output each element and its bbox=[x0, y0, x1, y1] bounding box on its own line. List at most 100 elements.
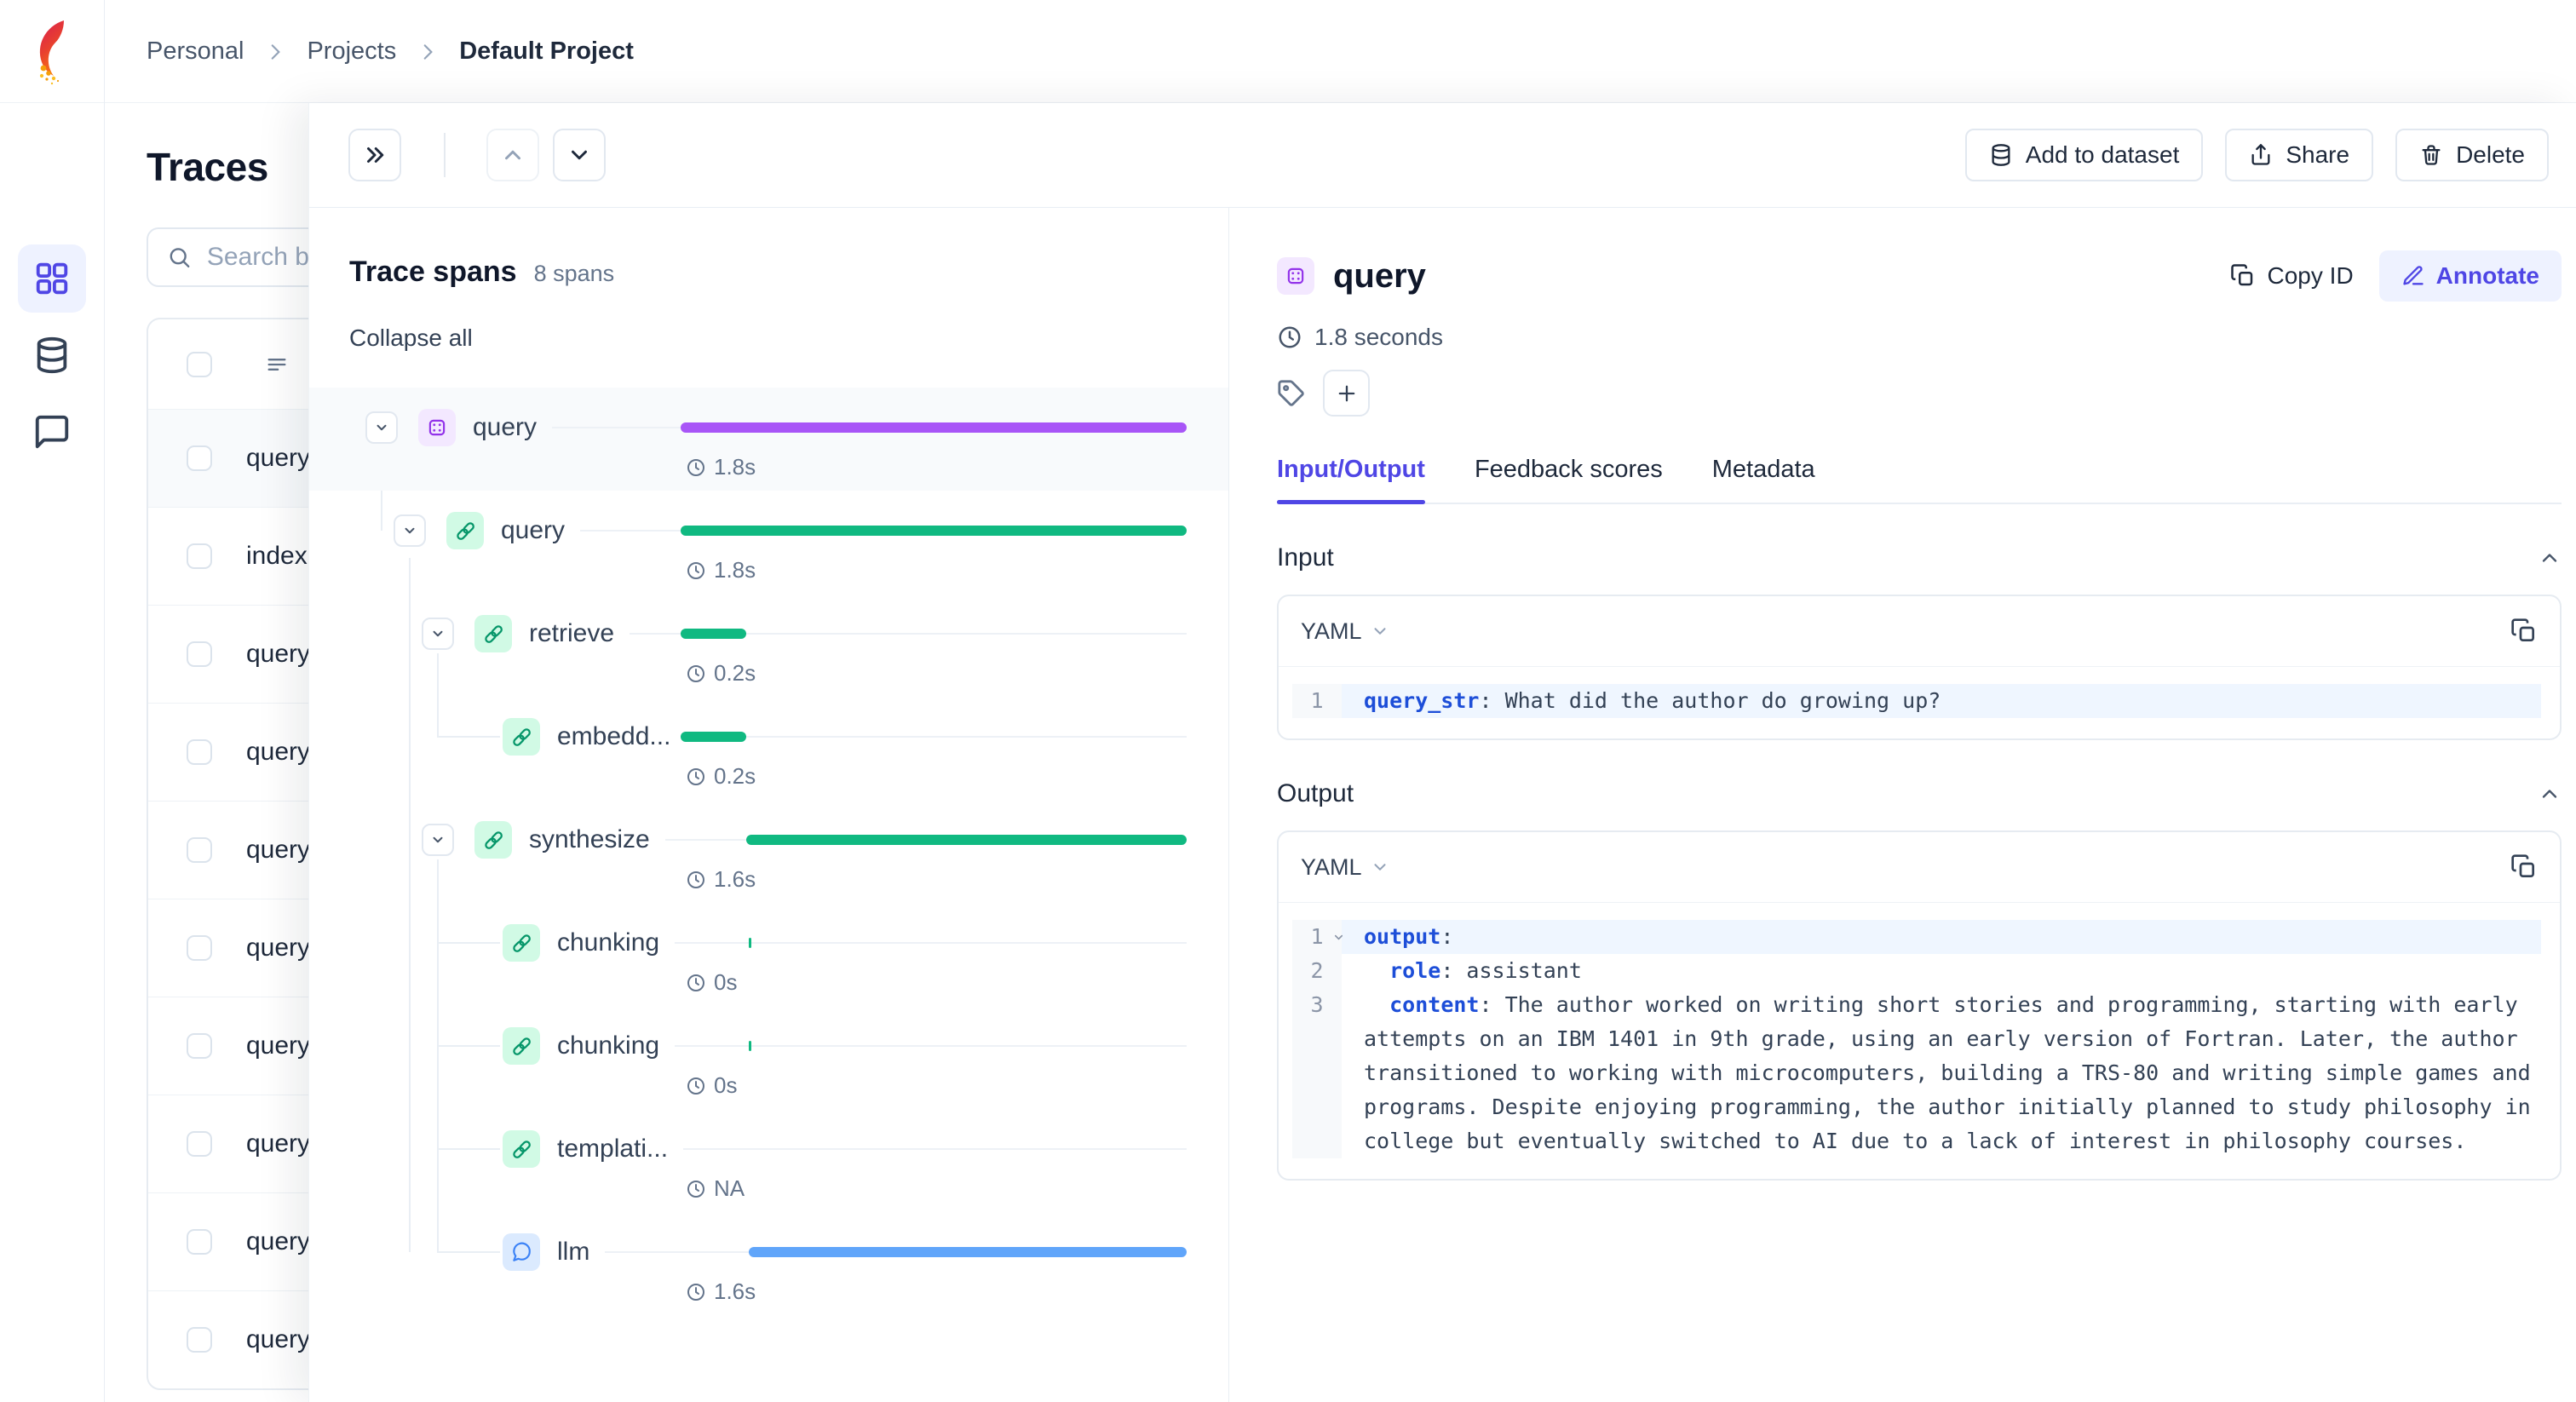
delete-button[interactable]: Delete bbox=[2395, 129, 2549, 181]
span-row[interactable]: synthesize 1.6s bbox=[309, 800, 1228, 903]
copy-output-button[interactable] bbox=[2510, 853, 2538, 881]
trace-icon bbox=[1277, 257, 1314, 295]
copy-id-label: Copy ID bbox=[2267, 262, 2354, 289]
format-select[interactable]: YAML bbox=[1301, 854, 1389, 881]
tab-feedback-scores[interactable]: Feedback scores bbox=[1475, 456, 1663, 503]
output-card: YAML 1 output: 2 role: assistant 3 conte… bbox=[1277, 830, 2562, 1181]
span-duration: NA bbox=[686, 1175, 745, 1202]
trace-name-cell: query bbox=[246, 738, 311, 766]
collapse-all-button[interactable]: Collapse all bbox=[349, 325, 473, 352]
copy-id-button[interactable]: Copy ID bbox=[2230, 262, 2354, 290]
chevron-down-icon bbox=[572, 150, 587, 160]
format-select[interactable]: YAML bbox=[1301, 618, 1389, 645]
sidebar-item-datasets[interactable] bbox=[18, 321, 86, 389]
collapse-section-icon[interactable] bbox=[2538, 546, 2562, 570]
comet-flame-icon bbox=[39, 20, 64, 84]
plus-icon bbox=[1338, 385, 1354, 401]
tab-input-output[interactable]: Input/Output bbox=[1277, 456, 1425, 504]
breadcrumb-projects[interactable]: Projects bbox=[307, 37, 396, 66]
chevron-right-icon bbox=[423, 43, 434, 60]
span-duration: 1.8s bbox=[686, 557, 756, 583]
clock-icon bbox=[687, 1077, 704, 1095]
code-line: query_str: What did the author do growin… bbox=[1342, 684, 2541, 718]
pen-icon bbox=[2403, 266, 2424, 285]
span-duration: 1.6s bbox=[686, 1278, 756, 1305]
span-label: chunking bbox=[557, 1031, 660, 1060]
row-checkbox[interactable] bbox=[187, 1131, 212, 1157]
span-row[interactable]: chunking 0s bbox=[309, 1006, 1228, 1109]
chat-icon bbox=[503, 1233, 540, 1271]
previous-trace-button[interactable] bbox=[486, 129, 539, 181]
trace-icon bbox=[418, 409, 456, 446]
top-bar: Personal Projects Default Project bbox=[0, 0, 2576, 103]
copy-input-button[interactable] bbox=[2510, 618, 2538, 645]
toolbar-divider bbox=[444, 133, 446, 177]
span-duration-bar bbox=[681, 526, 1187, 536]
span-collapse-button[interactable] bbox=[422, 618, 454, 650]
span-label: llm bbox=[557, 1238, 590, 1266]
span-row[interactable]: llm 1.6s bbox=[309, 1212, 1228, 1315]
span-detail-panel: query Copy ID Annotate 1.8 seconds Input… bbox=[1229, 208, 2576, 1402]
trace-name-cell: index bbox=[246, 542, 308, 570]
span-label: synthesize bbox=[529, 825, 650, 853]
trash-icon bbox=[2422, 145, 2441, 165]
output-section-label: Output bbox=[1277, 779, 1354, 807]
span-row[interactable]: retrieve 0.2s bbox=[309, 594, 1228, 697]
detail-tabs: Input/Output Feedback scores Metadata bbox=[1277, 456, 2562, 504]
trace-name-cell: query bbox=[246, 934, 311, 962]
span-row[interactable]: embedd... 0.2s bbox=[309, 697, 1228, 800]
add-to-dataset-button[interactable]: Add to dataset bbox=[1964, 129, 2204, 181]
tab-metadata[interactable]: Metadata bbox=[1712, 456, 1815, 503]
row-checkbox[interactable] bbox=[187, 935, 212, 961]
tag-icon bbox=[1278, 379, 1304, 406]
comet-logo[interactable] bbox=[0, 0, 105, 103]
fold-chevron-icon[interactable] bbox=[1332, 931, 1345, 944]
collapse-section-icon[interactable] bbox=[2538, 782, 2562, 806]
span-row[interactable]: query 1.8s bbox=[309, 491, 1228, 594]
row-checkbox[interactable] bbox=[187, 1229, 212, 1255]
span-row[interactable]: query 1.8s bbox=[309, 388, 1228, 491]
span-row[interactable]: templati... NA bbox=[309, 1109, 1228, 1212]
row-checkbox[interactable] bbox=[187, 837, 212, 863]
input-section-label: Input bbox=[1277, 543, 1334, 572]
row-checkbox[interactable] bbox=[187, 543, 212, 569]
collapse-panel-button[interactable] bbox=[348, 129, 401, 181]
sidebar-item-projects[interactable] bbox=[18, 244, 86, 313]
copy-icon bbox=[2230, 264, 2252, 286]
clock-icon bbox=[687, 664, 704, 682]
span-duration-bar bbox=[681, 732, 747, 742]
span-duration: 1.8s bbox=[686, 454, 756, 480]
row-checkbox[interactable] bbox=[187, 1033, 212, 1059]
span-collapse-button[interactable] bbox=[365, 411, 398, 444]
spans-panel-title: Trace spans bbox=[349, 256, 517, 288]
code-line: output: bbox=[1342, 920, 2541, 954]
span-collapse-button[interactable] bbox=[394, 514, 426, 547]
line-number: 1 bbox=[1292, 920, 1345, 954]
delete-label: Delete bbox=[2456, 141, 2525, 168]
share-button[interactable]: Share bbox=[2225, 129, 2374, 181]
row-checkbox[interactable] bbox=[187, 445, 212, 471]
select-all-checkbox[interactable] bbox=[187, 351, 212, 377]
span-collapse-button[interactable] bbox=[422, 824, 454, 856]
annotate-button[interactable]: Annotate bbox=[2378, 250, 2562, 302]
app-window: Personal Projects Default Project Traces bbox=[0, 0, 2576, 1402]
row-checkbox[interactable] bbox=[187, 739, 212, 765]
trace-name-cell: query bbox=[246, 1031, 311, 1060]
span-label: query bbox=[473, 413, 538, 441]
column-menu-icon[interactable] bbox=[265, 353, 289, 376]
share-icon bbox=[2251, 144, 2270, 165]
share-label: Share bbox=[2286, 141, 2350, 168]
sidebar-item-feedback[interactable] bbox=[18, 398, 86, 466]
chevrons-right-icon bbox=[367, 147, 384, 163]
span-duration-bar bbox=[681, 629, 747, 639]
span-duration-bar bbox=[749, 1247, 1187, 1257]
next-trace-button[interactable] bbox=[553, 129, 606, 181]
span-row[interactable]: chunking 0s bbox=[309, 903, 1228, 1006]
code-line: content: The author worked on writing sh… bbox=[1364, 992, 2544, 1153]
row-checkbox[interactable] bbox=[187, 1327, 212, 1353]
row-checkbox[interactable] bbox=[187, 641, 212, 667]
trace-name-cell: query bbox=[246, 836, 311, 864]
add-tag-button[interactable] bbox=[1323, 370, 1370, 417]
input-card: YAML 1 query_str: What did the author do… bbox=[1277, 595, 2562, 740]
breadcrumb-personal[interactable]: Personal bbox=[147, 37, 244, 66]
